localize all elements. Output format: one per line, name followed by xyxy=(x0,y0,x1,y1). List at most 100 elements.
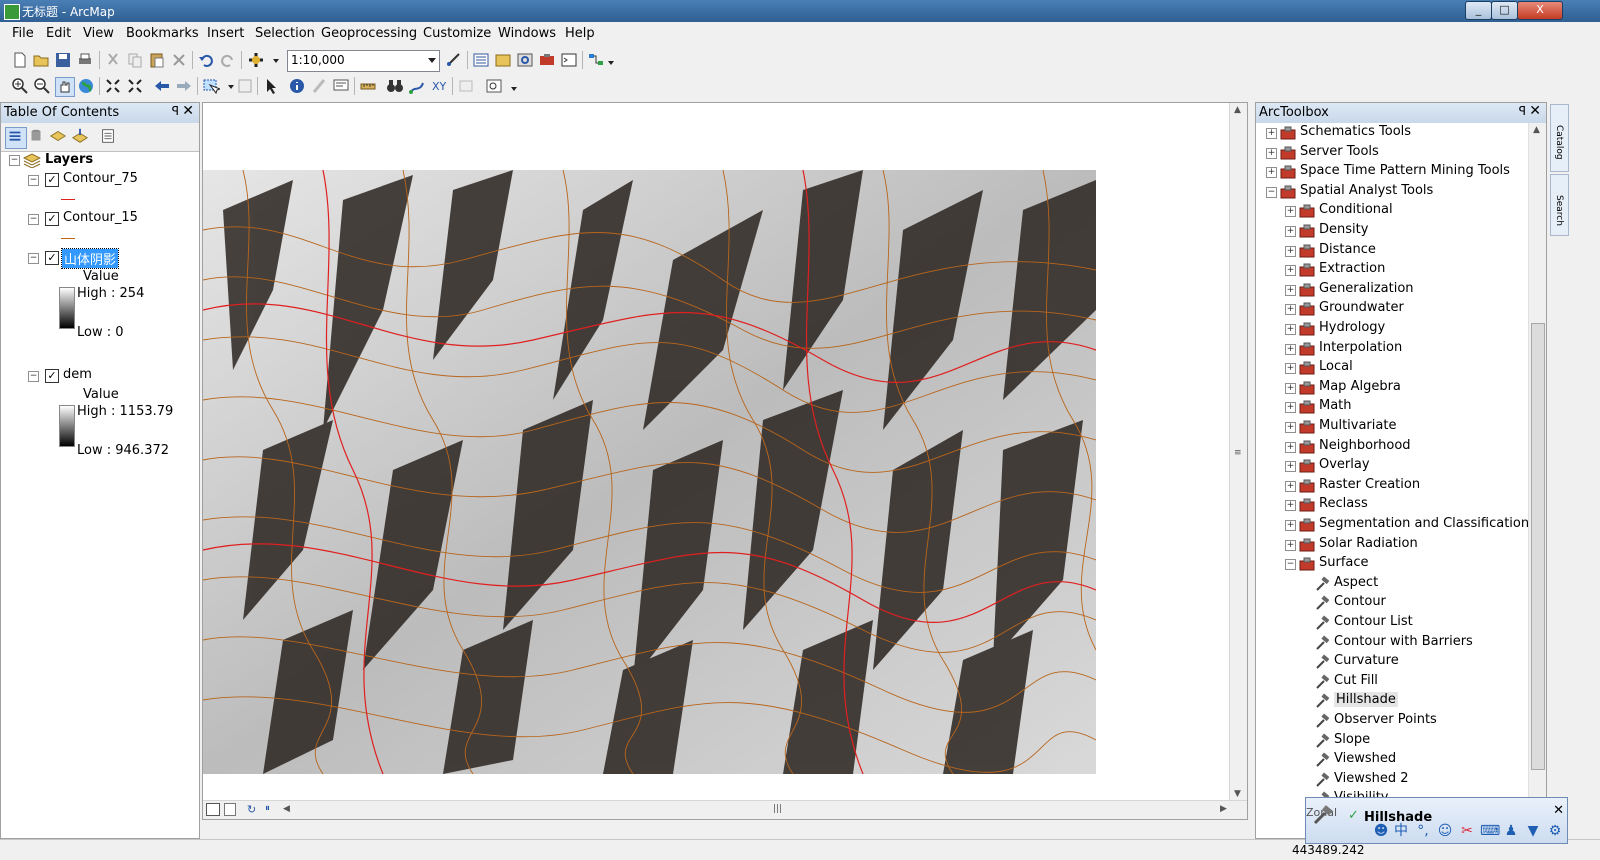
find-binoculars-icon[interactable] xyxy=(386,77,404,95)
expand-toggle[interactable]: + xyxy=(1285,461,1296,473)
html-popup-icon[interactable] xyxy=(332,77,350,95)
close-icon[interactable]: ✕ xyxy=(1529,103,1541,119)
layers-root-label[interactable]: Layers xyxy=(45,152,93,167)
menu-bookmarks[interactable]: Bookmarks xyxy=(126,26,199,41)
toolbox-item[interactable]: + Segmentation and Classification xyxy=(1256,515,1529,535)
scroll-up-arrow-icon[interactable]: ▲ xyxy=(1533,125,1540,135)
back-arrow-icon[interactable] xyxy=(153,77,171,95)
save-icon[interactable] xyxy=(54,51,72,69)
search-side-tab[interactable]: Search xyxy=(1550,174,1569,236)
toolbox-item[interactable]: Contour xyxy=(1256,593,1526,613)
scroll-left-arrow-icon[interactable]: ◀ xyxy=(283,804,290,814)
expand-toggle[interactable]: + xyxy=(1285,304,1296,316)
toolbox-item[interactable]: Slope xyxy=(1256,731,1526,751)
toolbox-item[interactable]: + Conditional xyxy=(1256,201,1526,221)
toolbox-item[interactable]: Observer Points xyxy=(1256,711,1526,731)
toolbox-item[interactable]: + Server Tools xyxy=(1256,143,1526,163)
expand-toggle[interactable]: + xyxy=(1285,363,1296,375)
find-route-icon[interactable] xyxy=(408,77,426,95)
toolbox-item[interactable]: + Generalization xyxy=(1256,280,1526,300)
toolbox-item[interactable]: Aspect xyxy=(1256,574,1526,594)
toolbox-item[interactable]: Viewshed xyxy=(1256,750,1526,770)
list-by-visibility-icon[interactable] xyxy=(49,127,69,147)
scrollbar-thumb[interactable] xyxy=(1531,323,1545,770)
layer-name-hillshade[interactable]: 山体阴影 xyxy=(60,248,120,269)
expand-toggle[interactable]: + xyxy=(1285,265,1296,277)
expand-toggle[interactable]: + xyxy=(1266,167,1277,179)
menu-insert[interactable]: Insert xyxy=(207,26,244,41)
toc-options-icon[interactable] xyxy=(99,127,119,147)
full-extent-globe-icon[interactable] xyxy=(77,77,95,95)
scroll-grip-icon[interactable]: ≡ xyxy=(1234,448,1242,458)
pan-hand-icon[interactable] xyxy=(55,77,75,97)
toolbox-item[interactable]: Viewshed 2 xyxy=(1256,770,1526,790)
toolbox-item[interactable]: Cut Fill xyxy=(1256,672,1526,692)
create-viewer-window-icon[interactable] xyxy=(485,77,503,95)
layer-collapse-toggle[interactable]: − xyxy=(28,214,39,225)
fixed-zoom-in-icon[interactable] xyxy=(104,77,122,95)
expand-toggle[interactable]: + xyxy=(1285,441,1296,453)
ime-settings-gear-icon[interactable]: ⚙ xyxy=(1546,822,1564,840)
layer-visibility-checkbox[interactable]: ✓ xyxy=(45,212,59,226)
expand-toggle[interactable]: + xyxy=(1285,284,1296,296)
ime-face-icon[interactable]: ☻ xyxy=(1372,822,1390,840)
layer-collapse-toggle[interactable]: − xyxy=(28,253,39,264)
chevron-down-icon[interactable] xyxy=(428,58,436,63)
toolbox-item[interactable]: − Surface xyxy=(1256,554,1526,574)
ime-chinese-icon[interactable]: 中 xyxy=(1392,822,1410,840)
toolbox-item[interactable]: + Local xyxy=(1256,358,1526,378)
layer-visibility-checkbox[interactable]: ✓ xyxy=(45,369,59,383)
toolbox-item[interactable]: + Interpolation xyxy=(1256,339,1526,359)
close-icon[interactable]: ✕ xyxy=(182,103,194,119)
close-icon[interactable]: ✕ xyxy=(1553,803,1564,818)
identify-icon[interactable] xyxy=(288,77,306,95)
menu-geoprocessing[interactable]: Geoprocessing xyxy=(321,26,417,41)
search-window-icon[interactable] xyxy=(516,51,534,69)
arctoolbox-window-icon[interactable] xyxy=(538,51,556,69)
table-of-contents-window-icon[interactable] xyxy=(472,51,490,69)
refresh-icon[interactable]: ↻ xyxy=(247,803,256,816)
layer-name-dem[interactable]: dem xyxy=(63,367,92,382)
select-elements-arrow-icon[interactable] xyxy=(262,77,280,95)
expand-toggle[interactable]: + xyxy=(1285,500,1296,512)
scroll-up-arrow-icon[interactable]: ▲ xyxy=(1234,105,1241,115)
toolbox-item[interactable]: + Multivariate xyxy=(1256,417,1526,437)
ime-punctuation-icon[interactable]: °, xyxy=(1414,822,1432,840)
layer-visibility-checkbox[interactable]: ✓ xyxy=(45,173,59,187)
menu-windows[interactable]: Windows xyxy=(498,26,556,41)
expand-toggle[interactable]: + xyxy=(1285,402,1296,414)
toolbox-item[interactable]: + Density xyxy=(1256,221,1526,241)
menu-edit[interactable]: Edit xyxy=(46,26,71,41)
hyperlink-icon[interactable] xyxy=(310,77,328,95)
select-features-icon[interactable] xyxy=(202,77,220,95)
menu-selection[interactable]: Selection xyxy=(255,26,315,41)
fixed-zoom-out-icon[interactable] xyxy=(126,77,144,95)
toolbox-item[interactable]: + Raster Creation xyxy=(1256,476,1526,496)
geoprocessing-progress-popup[interactable]: Zonal ✓ Hillshade ✕ ☻ 中 °, ☺ ✂ ⌨ ♟ ▼ ⚙ xyxy=(1305,797,1568,844)
toolbox-item[interactable]: Contour with Barriers xyxy=(1256,633,1526,653)
data-view-icon[interactable] xyxy=(206,803,220,816)
list-by-selection-icon[interactable] xyxy=(71,127,91,147)
ime-skin-icon[interactable]: ▼ xyxy=(1524,822,1542,840)
expand-toggle[interactable]: + xyxy=(1285,343,1296,355)
expand-toggle[interactable]: + xyxy=(1285,539,1296,551)
toolbox-item[interactable]: Contour List xyxy=(1256,613,1526,633)
pin-icon[interactable]: ꟼ xyxy=(172,104,179,118)
clear-selection-icon[interactable] xyxy=(236,77,254,95)
expand-toggle[interactable]: + xyxy=(1285,382,1296,394)
add-data-icon[interactable] xyxy=(247,51,265,69)
minimize-button[interactable]: _ xyxy=(1465,1,1492,20)
close-button[interactable]: X xyxy=(1517,1,1563,20)
layers-collapse-toggle[interactable]: − xyxy=(9,155,20,166)
expand-toggle[interactable]: + xyxy=(1285,520,1296,531)
editor-toolbar-icon[interactable] xyxy=(445,51,463,69)
expand-toggle[interactable]: + xyxy=(1285,226,1296,237)
forward-arrow-icon[interactable] xyxy=(175,77,193,95)
menu-view[interactable]: View xyxy=(83,26,114,41)
catalog-side-tab[interactable]: Catalog xyxy=(1550,104,1569,172)
toolbar-options-icon[interactable] xyxy=(602,51,614,69)
paste-icon[interactable] xyxy=(148,51,166,69)
layer-name-contour-15[interactable]: Contour_15 xyxy=(63,210,138,225)
scroll-down-arrow-icon[interactable]: ▼ xyxy=(1234,789,1241,799)
toolbox-item[interactable]: − Spatial Analyst Tools xyxy=(1256,182,1526,202)
